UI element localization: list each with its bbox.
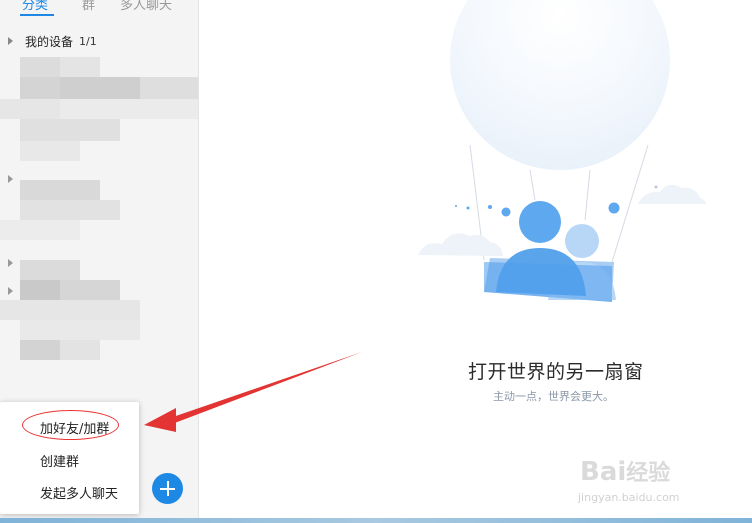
annotation-arrow [144,352,362,432]
baidu-watermark-logo: Bai经验 [580,457,671,487]
window-bottom-edge [0,518,752,523]
watermark-url: jingyan.baidu.com [578,491,680,504]
